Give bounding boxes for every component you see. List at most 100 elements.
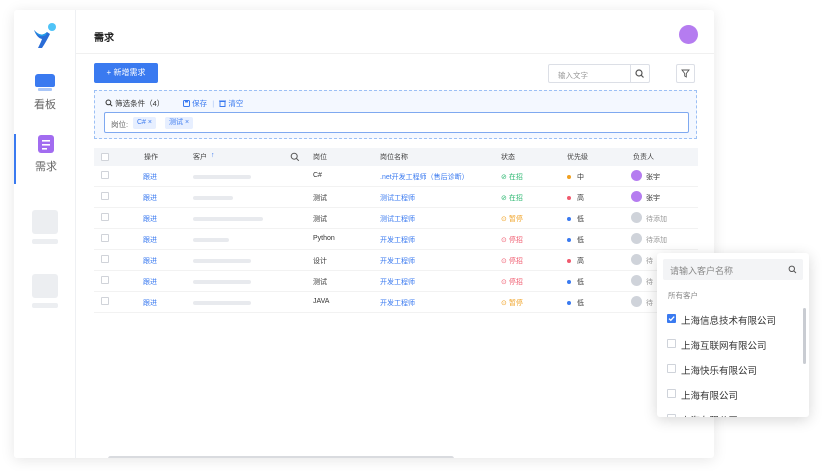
priority-dot bbox=[567, 196, 571, 200]
status-icon: ⊘ bbox=[501, 195, 507, 202]
customer-search-input[interactable]: 请输入客户名称 bbox=[663, 259, 803, 280]
job-name-link[interactable]: 开发工程师 bbox=[380, 256, 415, 266]
follow-up-link[interactable]: 跟进 bbox=[143, 298, 157, 308]
option-checkbox[interactable] bbox=[667, 339, 676, 348]
priority-text: 高 bbox=[577, 195, 584, 202]
table-row[interactable]: 跟进 Python 开发工程师 ⊙ 停招 低 待添加 bbox=[94, 229, 698, 250]
status-icon: ⊙ bbox=[501, 279, 507, 286]
select-all-checkbox[interactable] bbox=[101, 153, 109, 161]
owner-name[interactable]: 待添加 bbox=[646, 214, 667, 224]
owner-name[interactable]: 张宇 bbox=[646, 172, 660, 182]
job-cell: C# bbox=[313, 172, 322, 179]
job-name-link[interactable]: 测试工程师 bbox=[380, 193, 415, 203]
job-cell: 测试 bbox=[313, 195, 327, 202]
job-name-link[interactable]: 测试工程师 bbox=[380, 214, 415, 224]
nav-item-dashboard[interactable]: 看板 bbox=[14, 74, 76, 124]
row-checkbox[interactable] bbox=[101, 297, 109, 305]
customer-option[interactable]: 上海信息技术有限公司 bbox=[667, 309, 799, 329]
monitor-icon bbox=[35, 74, 55, 91]
column-search-icon[interactable] bbox=[290, 152, 300, 162]
job-name-link[interactable]: 开发工程师 bbox=[380, 235, 415, 245]
row-checkbox[interactable] bbox=[101, 213, 109, 221]
customer-option[interactable]: 上海互联网有限公司 bbox=[667, 334, 799, 354]
status-text: 在招 bbox=[508, 174, 523, 181]
nav-item-requirements[interactable]: 需求 bbox=[14, 134, 76, 184]
option-checkbox[interactable] bbox=[667, 414, 676, 417]
owner-name[interactable]: 待 bbox=[646, 256, 653, 266]
customer-placeholder bbox=[193, 217, 263, 221]
filter-condition-field[interactable]: 岗位: C# × 测试 × bbox=[104, 112, 689, 133]
save-filter-button[interactable]: 保存 bbox=[183, 99, 209, 108]
follow-up-link[interactable]: 跟进 bbox=[143, 214, 157, 224]
table-row[interactable]: 跟进 JAVA 开发工程师 ⊙ 暂停 低 待 bbox=[94, 292, 698, 313]
owner-name[interactable]: 待 bbox=[646, 277, 653, 287]
search-icon bbox=[635, 69, 644, 78]
job-cell: 测试 bbox=[313, 216, 327, 223]
filter-tag-csharp[interactable]: C# × bbox=[133, 117, 156, 129]
option-checkbox[interactable] bbox=[667, 364, 676, 373]
priority-text: 低 bbox=[577, 279, 584, 286]
row-checkbox[interactable] bbox=[101, 255, 109, 263]
clear-filter-button[interactable]: 清空 bbox=[219, 99, 243, 108]
follow-up-link[interactable]: 跟进 bbox=[143, 277, 157, 287]
nav-placeholder-label bbox=[32, 303, 58, 308]
check-icon bbox=[668, 316, 675, 322]
dropdown-scrollbar[interactable] bbox=[803, 308, 806, 364]
option-checkbox[interactable] bbox=[667, 314, 676, 323]
job-name-link[interactable]: 开发工程师 bbox=[380, 298, 415, 308]
table-row[interactable]: 跟进 设计 开发工程师 ⊙ 停招 高 待 bbox=[94, 250, 698, 271]
job-cell: Python bbox=[313, 235, 335, 242]
filter-tag-test[interactable]: 测试 × bbox=[165, 117, 194, 129]
option-label: 上海快乐有限公司 bbox=[681, 366, 758, 377]
owner-avatar bbox=[631, 191, 642, 202]
search-button[interactable] bbox=[630, 65, 649, 82]
follow-up-link[interactable]: 跟进 bbox=[143, 256, 157, 266]
nav-item-label: 需求 bbox=[35, 161, 57, 173]
priority-text: 低 bbox=[577, 216, 584, 223]
table-row[interactable]: 跟进 测试 测试工程师 ⊙ 暂停 低 待添加 bbox=[94, 208, 698, 229]
table-row[interactable]: 跟进 C# .net开发工程师（售后诊断） ⊘ 在招 中 张宇 bbox=[94, 166, 698, 187]
row-checkbox[interactable] bbox=[101, 171, 109, 179]
row-checkbox[interactable] bbox=[101, 192, 109, 200]
follow-up-link[interactable]: 跟进 bbox=[143, 235, 157, 245]
row-checkbox[interactable] bbox=[101, 276, 109, 284]
customer-option[interactable]: 上海有限公司 bbox=[667, 409, 799, 417]
customer-placeholder bbox=[193, 196, 233, 200]
sort-icon[interactable]: ↑ bbox=[211, 152, 215, 159]
job-name-link[interactable]: .net开发工程师（售后诊断） bbox=[380, 172, 469, 182]
option-label: 上海信息技术有限公司 bbox=[681, 316, 777, 327]
job-name-link[interactable]: 开发工程师 bbox=[380, 277, 415, 287]
document-icon bbox=[38, 135, 54, 153]
owner-name[interactable]: 张宇 bbox=[646, 193, 660, 203]
customer-option[interactable]: 上海有限公司 bbox=[667, 384, 799, 404]
table-row[interactable]: 跟进 测试 测试工程师 ⊘ 在招 高 张宇 bbox=[94, 187, 698, 208]
column-header-customer[interactable]: 客户 bbox=[193, 152, 207, 162]
trash-icon bbox=[219, 100, 227, 107]
owner-name[interactable]: 待 bbox=[646, 298, 653, 308]
owner-name[interactable]: 待添加 bbox=[646, 235, 667, 245]
status-text: 在招 bbox=[508, 195, 523, 202]
filter-title-text: 筛选条件（4） bbox=[115, 99, 165, 108]
add-requirement-button[interactable]: + 新增需求 bbox=[94, 63, 158, 83]
follow-up-link[interactable]: 跟进 bbox=[143, 193, 157, 203]
priority-dot bbox=[567, 238, 571, 242]
user-avatar[interactable] bbox=[679, 25, 698, 44]
owner-avatar bbox=[631, 275, 642, 286]
column-header-status: 状态 bbox=[501, 154, 515, 161]
option-checkbox[interactable] bbox=[667, 389, 676, 398]
filter-panel: 筛选条件（4） 保存 | 清空 岗位: C# × 测试 × bbox=[94, 90, 697, 139]
column-header-job: 岗位 bbox=[313, 154, 327, 161]
status-text: 暂停 bbox=[508, 300, 523, 307]
nav-placeholder-label bbox=[32, 239, 58, 244]
filter-button[interactable] bbox=[676, 64, 695, 83]
option-label: 上海互联网有限公司 bbox=[681, 341, 767, 352]
table-row[interactable]: 跟进 测试 开发工程师 ⊙ 停招 低 待 bbox=[94, 271, 698, 292]
search-input[interactable]: 输入文字 bbox=[548, 64, 650, 83]
priority-dot bbox=[567, 259, 571, 263]
customer-option[interactable]: 上海快乐有限公司 bbox=[667, 359, 799, 379]
filter-title: 筛选条件（4） bbox=[105, 98, 164, 109]
follow-up-link[interactable]: 跟进 bbox=[143, 172, 157, 182]
horizontal-scrollbar[interactable] bbox=[108, 456, 454, 458]
row-checkbox[interactable] bbox=[101, 234, 109, 242]
job-cell: 设计 bbox=[313, 258, 327, 265]
